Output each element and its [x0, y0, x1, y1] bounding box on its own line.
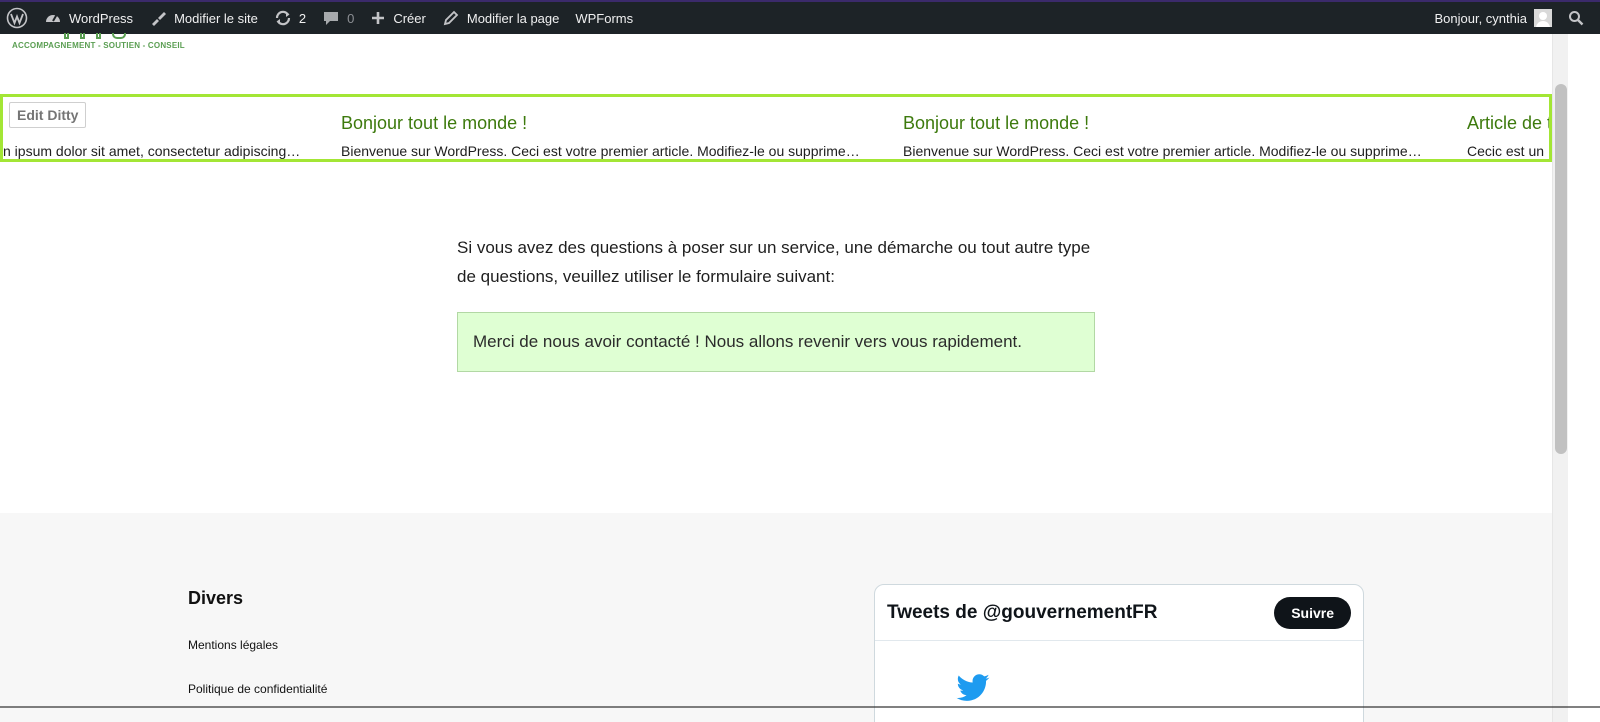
comments-menu[interactable]: 0	[314, 2, 362, 34]
twitter-widget-header: Tweets de @gouvernementFR Suivre	[875, 585, 1363, 641]
admin-search[interactable]	[1560, 2, 1600, 34]
ticker-item-excerpt: n ipsum dolor sit amet, consectetur adip…	[3, 143, 301, 159]
twitter-widget-title: Tweets de @gouvernementFR	[887, 601, 1158, 623]
twitter-follow-button[interactable]: Suivre	[1274, 596, 1351, 629]
admin-bar-right: Bonjour, cynthia	[1426, 2, 1600, 34]
site-logo[interactable]	[60, 33, 140, 40]
brush-icon	[152, 12, 167, 26]
form-confirmation-message: Merci de nous avoir contacté ! Nous allo…	[457, 312, 1095, 372]
updates-count: 2	[298, 10, 307, 26]
updates-icon	[275, 10, 290, 26]
customize-label: Modifier le site	[174, 10, 258, 26]
ticker-item-excerpt: Cecic est un	[1467, 143, 1545, 159]
wpforms-label: WPForms	[575, 10, 634, 26]
edit-page-label: Modifier la page	[466, 10, 560, 26]
footer-heading: Divers	[188, 588, 244, 608]
ticker-item-title[interactable]: Article de t	[1467, 113, 1549, 134]
greeting-label: Bonjour, cynthia	[1434, 10, 1527, 26]
wordpress-logo-menu[interactable]	[0, 2, 36, 34]
wordpress-logo-icon	[6, 7, 28, 29]
comment-icon	[324, 12, 339, 25]
wpforms-menu[interactable]: WPForms	[567, 2, 641, 34]
site-name-label: WordPress	[69, 10, 134, 26]
new-content-menu[interactable]: Créer	[362, 2, 434, 34]
site-tagline: ACCOMPAGNEMENT - SOUTIEN - CONSEIL	[12, 41, 185, 50]
window-bottom-edge	[0, 706, 1600, 708]
twitter-timeline-widget: Tweets de @gouvernementFR Suivre	[874, 584, 1364, 722]
plus-icon	[372, 12, 385, 24]
site-footer: Divers Mentions légales Politique de con…	[0, 513, 1552, 722]
admin-bar: WordPress Modifier le site 2 0 Créer Mod…	[0, 0, 1600, 34]
page: WordPress Modifier le site 2 0 Créer Mod…	[0, 0, 1600, 722]
updates-menu[interactable]: 2	[266, 2, 314, 34]
page-scrollbar[interactable]	[1552, 34, 1568, 722]
search-icon	[1569, 11, 1584, 26]
ticker-item-excerpt: Bienvenue sur WordPress. Ceci est votre …	[903, 143, 1422, 159]
edit-page-menu[interactable]: Modifier la page	[434, 2, 568, 34]
customize-menu[interactable]: Modifier le site	[141, 2, 266, 34]
new-content-label: Créer	[393, 10, 426, 26]
my-account-menu[interactable]: Bonjour, cynthia	[1426, 2, 1560, 34]
contact-intro-text: Si vous avez des questions à poser sur u…	[457, 238, 1091, 286]
scrollbar-thumb[interactable]	[1555, 84, 1567, 454]
dashboard-icon	[46, 14, 60, 22]
site-name-menu[interactable]: WordPress	[36, 2, 141, 34]
avatar	[1534, 9, 1552, 27]
edit-ditty-button[interactable]: Edit Ditty	[9, 102, 87, 128]
ticker-item-title[interactable]: Bonjour tout le monde !	[903, 113, 1089, 134]
footer-link-privacy[interactable]: Politique de confidentialité	[188, 682, 327, 696]
comments-count: 0	[347, 10, 355, 26]
pencil-icon	[443, 10, 459, 26]
ticker-item-excerpt: Bienvenue sur WordPress. Ceci est votre …	[341, 143, 860, 159]
twitter-bird-icon	[956, 674, 990, 701]
news-ticker: Edit Ditty n ipsum dolor sit amet, conse…	[0, 94, 1552, 162]
ticker-item-title[interactable]: Bonjour tout le monde !	[341, 113, 527, 134]
footer-link-legal[interactable]: Mentions légales	[188, 638, 278, 652]
